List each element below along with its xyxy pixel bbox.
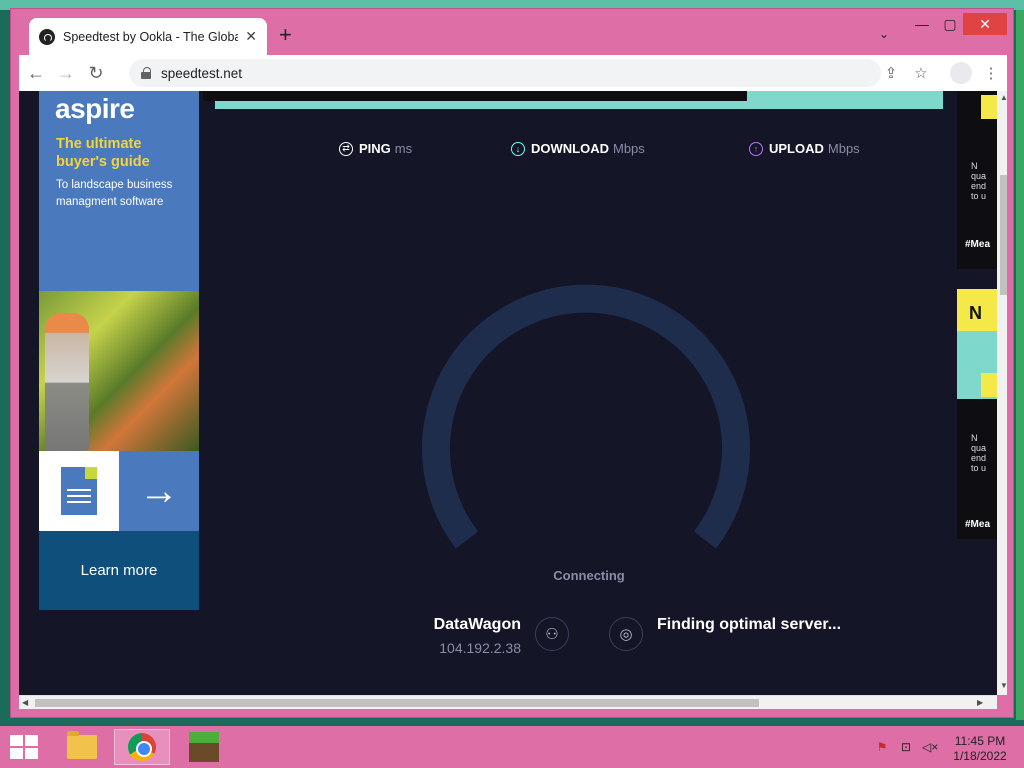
clock-time: 11:45 PM [954,734,1006,748]
right-ad-text-top: N qua end to u [971,161,987,201]
page-viewport: aspire The ultimate buyer's guide To lan… [19,91,1007,695]
new-tab-button[interactable]: + [279,24,292,46]
scroll-down-arrow-icon[interactable]: ▼ [1000,681,1007,690]
speedtest-favicon-icon [39,28,55,45]
download-unit: Mbps [613,141,645,156]
speedtest-metrics-header: ⇄ PING ms ↓ DOWNLOAD Mbps ↑ UPLOAD Mbps [319,141,879,161]
minimize-button[interactable]: — [907,13,937,35]
upload-unit: Mbps [827,141,860,156]
download-arrow-icon: ↓ [511,141,525,156]
vertical-scrollbar[interactable]: ▲ ▼ [997,91,1007,695]
ad-document-tile [39,451,119,531]
isp-info: DataWagon 104.192.2.38 [389,616,521,656]
menu-dots-icon[interactable]: ⋮ [977,59,1005,87]
lock-icon[interactable] [141,67,151,79]
profile-avatar-icon [950,62,972,84]
windows-start-icon[interactable] [10,735,38,759]
speed-gauge [422,284,750,549]
folder-icon [67,731,97,759]
isp-name: DataWagon [433,616,521,633]
tab-strip: Speedtest by Ookla - The Global ✕ + ⌄ — … [11,9,1013,55]
desktop-background-edge [1016,10,1024,720]
vertical-scroll-thumb[interactable] [1000,175,1007,295]
bookmark-star-icon[interactable]: ☆ [907,59,935,87]
reload-icon[interactable]: ↻ [81,58,111,88]
close-window-button[interactable]: ✕ [963,13,1007,35]
scroll-up-arrow-icon[interactable]: ▲ [1000,93,1007,102]
file-explorer-taskbar-button[interactable] [54,729,110,765]
ad-photo-person [45,313,89,451]
horizontal-scroll-thumb[interactable] [35,699,759,707]
chrome-icon [128,733,156,761]
server-status: Finding optimal server... [657,616,842,633]
ping-label: PING [359,141,391,156]
tab-speedtest[interactable]: Speedtest by Ookla - The Global ✕ [29,18,267,55]
right-ad-text-bottom: N qua end to u [971,433,987,473]
upload-label: UPLOAD [769,141,824,156]
url-text[interactable]: speedtest.net [161,66,242,81]
top-banner-ad-image [203,91,747,101]
document-icon [61,467,97,515]
share-icon[interactable]: ⇪ [877,59,905,87]
back-arrow-icon[interactable]: ← [21,58,51,88]
right-ad-tag-bottom: #Mea [965,519,991,530]
tab-title: Speedtest by Ookla - The Global [63,29,238,44]
volume-muted-icon[interactable]: ◁× [922,740,938,754]
browser-window: Speedtest by Ookla - The Global ✕ + ⌄ — … [10,8,1014,718]
upload-metric: ↑ UPLOAD Mbps [749,141,860,156]
network-icon[interactable]: ⊡ [898,740,914,754]
ping-icon: ⇄ [339,141,353,156]
windows-taskbar: ⚑ ⊡ ◁× 11:45 PM 1/18/2022 [0,726,1024,768]
arrow-right-icon[interactable]: → [119,451,199,531]
clock-date: 1/18/2022 [953,749,1007,763]
left-sidebar-ad[interactable]: aspire The ultimate buyer's guide To lan… [39,91,199,610]
system-clock[interactable]: 11:45 PM 1/18/2022 [950,734,1010,764]
ad-subtext: To landscape business managment software [56,179,173,208]
chrome-taskbar-button[interactable] [114,729,170,765]
right-ad-tag-top: #Mea [965,239,991,250]
upload-arrow-icon: ↑ [749,141,763,156]
learn-more-button[interactable]: Learn more [39,531,199,610]
browser-toolbar: ← → ↻ speedtest.net ⇪ ☆ ⋮ [19,55,1007,91]
ad-gardener-photo [39,291,199,451]
download-metric: ↓ DOWNLOAD Mbps [511,141,645,156]
ping-metric: ⇄ PING ms [339,141,412,156]
forward-arrow-icon[interactable]: → [51,58,81,88]
tab-search-chevron-icon[interactable]: ⌄ [879,27,889,41]
tab-close-icon[interactable]: ✕ [245,28,257,45]
profile-button[interactable] [947,59,975,87]
ip-address: 104.192.2.38 [439,640,521,656]
connection-status: Connecting [553,568,625,583]
gauge-arc [422,284,750,549]
action-center-flag-icon[interactable]: ⚑ [874,740,890,754]
ad-headline: The ultimate buyer's guide [56,136,150,170]
scroll-left-arrow-icon[interactable]: ◀ [22,698,28,707]
scroll-right-arrow-icon[interactable]: ▶ [977,698,983,707]
minecraft-grass-block-icon [189,732,219,762]
user-icon[interactable]: ⚇ [535,617,569,651]
horizontal-scrollbar[interactable]: ◀ ▶ [19,695,997,709]
globe-icon[interactable]: ◎ [609,617,643,651]
minecraft-taskbar-button[interactable] [176,729,232,765]
download-label: DOWNLOAD [531,141,609,156]
maximize-button[interactable]: ▢ [935,13,965,35]
aspire-logo: aspire [55,93,135,124]
address-bar[interactable]: speedtest.net [129,59,881,87]
ping-unit: ms [394,141,413,156]
